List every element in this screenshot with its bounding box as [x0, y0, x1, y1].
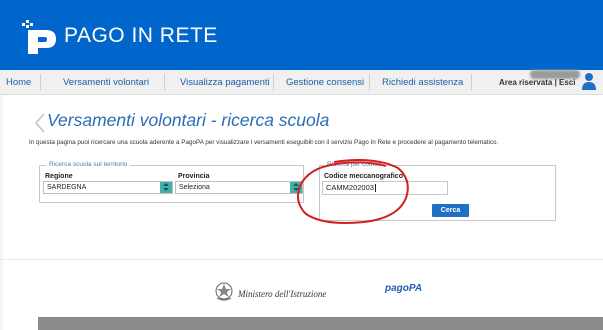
page-root: PAGO IN RETE Home Versamenti volontari V… — [0, 0, 603, 330]
ricerca-territorio-legend: Ricerca scuola sul territorio — [46, 161, 131, 168]
provincia-select[interactable]: Seleziona — [175, 181, 303, 194]
chevron-updown-icon — [160, 182, 172, 193]
nav-divider — [369, 74, 370, 91]
app-title: PAGO IN RETE — [64, 24, 218, 47]
regione-label: Regione — [45, 173, 73, 180]
nav-divider — [164, 74, 165, 91]
footer-divider — [0, 259, 603, 260]
ministero-logo-text: Ministero dell'Istruzione — [238, 289, 327, 299]
page-title: Versamenti volontari - ricerca scuola — [47, 110, 330, 130]
pago-in-rete-logo-icon[interactable] — [20, 20, 58, 54]
annotation-red-circle — [297, 159, 409, 224]
left-edge — [0, 95, 3, 330]
back-arrow-icon[interactable] — [34, 113, 46, 133]
intro-text: In questa pagina puoi ricercare una scuo… — [29, 139, 499, 146]
main-nav: Home Versamenti volontari Visualizza pag… — [0, 70, 603, 95]
nav-item-gestione-consensi[interactable]: Gestione consensi — [286, 70, 364, 95]
nav-item-visualizza-pagamenti[interactable]: Visualizza pagamenti — [180, 70, 270, 95]
bottom-grey-bar — [38, 317, 603, 330]
nav-item-versamenti-volontari[interactable]: Versamenti volontari — [63, 70, 149, 95]
nav-divider — [273, 74, 274, 91]
nav-item-home[interactable]: Home — [6, 70, 31, 95]
regione-select[interactable]: SARDEGNA — [43, 181, 173, 194]
cerca-button[interactable]: Cerca — [432, 204, 469, 217]
pagopa-logo[interactable]: pagoPA — [385, 283, 422, 294]
header-bar: PAGO IN RETE — [0, 0, 603, 70]
provincia-label: Provincia — [178, 173, 210, 180]
user-icon[interactable] — [582, 72, 596, 90]
italian-republic-emblem-icon — [215, 282, 233, 301]
nav-divider — [40, 74, 41, 91]
regione-value: SARDEGNA — [47, 184, 87, 191]
area-riservata-link[interactable]: Area riservata | Esci — [499, 78, 576, 87]
nav-divider — [471, 74, 472, 91]
provincia-value: Seleziona — [179, 184, 210, 191]
nav-item-richiedi-assistenza[interactable]: Richiedi assistenza — [382, 70, 463, 95]
